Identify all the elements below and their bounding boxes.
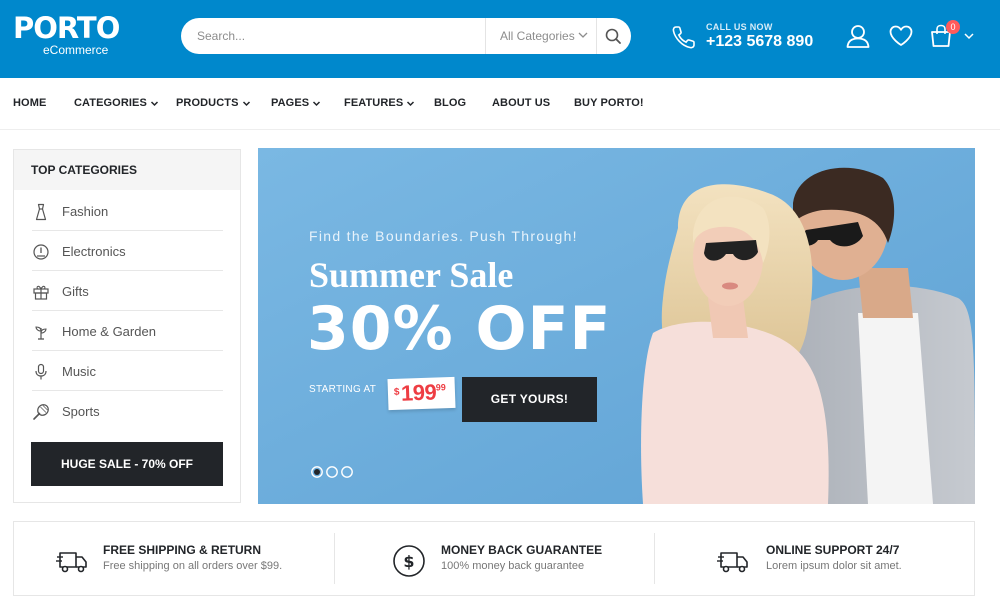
sidebar-item-fashion[interactable]: Fashion [32, 191, 223, 231]
sidebar-item-label: Home & Garden [62, 324, 156, 339]
sidebar-item-home-garden[interactable]: Home & Garden [32, 311, 223, 351]
nav-label: BUY PORTO! [574, 97, 644, 109]
banner-title: Summer Sale [309, 255, 514, 295]
search-button[interactable] [597, 18, 631, 54]
dollar-icon: $ [393, 545, 425, 577]
price-currency: $ [393, 386, 400, 398]
nav-item-home[interactable]: HOME [13, 97, 46, 109]
electronics-icon [33, 244, 49, 260]
feature-item: ONLINE SUPPORT 24/7 Lorem ipsum dolor si… [655, 522, 975, 595]
category-sidebar: TOP CATEGORIES Fashion Electronics Gifts [13, 149, 241, 503]
logo[interactable]: PORTO eCommerce [13, 12, 120, 60]
sidebar-item-label: Gifts [62, 284, 89, 299]
main-nav: HOME CATEGORIES PRODUCTS PAGES FEATURES … [0, 78, 1000, 130]
truck-icon [56, 552, 87, 573]
logo-main: PORTO [13, 11, 120, 45]
hero-banner: Find the Boundaries. Push Through! Summe… [258, 148, 975, 504]
sidebar-header: TOP CATEGORIES [14, 150, 240, 190]
starting-at-label: STARTING AT [309, 384, 377, 395]
dress-icon [35, 203, 47, 221]
nav-item-blog[interactable]: BLOG [434, 97, 466, 109]
nav-item-pages[interactable]: PAGES [271, 97, 321, 109]
feature-title: ONLINE SUPPORT 24/7 [766, 543, 900, 557]
chevron-down-icon [407, 100, 415, 106]
feature-item: FREE SHIPPING & RETURN Free shipping on … [14, 522, 334, 595]
sidebar-item-label: Sports [62, 404, 100, 419]
plant-icon [35, 326, 47, 340]
chevron-down-icon [242, 100, 250, 106]
nav-label: HOME [13, 97, 47, 109]
nav-item-buy-porto[interactable]: BUY PORTO! [574, 97, 644, 109]
category-select[interactable]: All Categories [500, 29, 575, 43]
nav-item-about-us[interactable]: ABOUT US [492, 97, 550, 109]
site-header: PORTO eCommerce All Categories CALL US N… [0, 0, 1000, 78]
call-number[interactable]: +123 5678 890 [706, 33, 813, 51]
microphone-icon [35, 363, 47, 380]
sidebar-item-electronics[interactable]: Electronics [32, 231, 223, 271]
search-bar: All Categories [181, 18, 631, 54]
search-icon [605, 28, 621, 44]
nav-label: PRODUCTS [176, 97, 239, 109]
nav-label: CATEGORIES [74, 97, 147, 109]
feature-subtitle: Free shipping on all orders over $99. [103, 560, 283, 572]
carousel-dots [311, 466, 353, 478]
features-bar: FREE SHIPPING & RETURN Free shipping on … [13, 521, 975, 596]
search-input[interactable] [197, 26, 477, 46]
nav-label: BLOG [434, 97, 467, 109]
sidebar-item-label: Music [62, 364, 96, 379]
sidebar-item-label: Fashion [62, 204, 109, 219]
banner-tagline: Find the Boundaries. Push Through! [309, 228, 578, 244]
sidebar-item-sports[interactable]: Sports [32, 391, 223, 431]
feature-title: FREE SHIPPING & RETURN [103, 543, 262, 557]
user-icon[interactable] [845, 23, 871, 49]
sidebar-title: TOP CATEGORIES [31, 163, 138, 177]
nav-item-categories[interactable]: CATEGORIES [74, 97, 159, 109]
huge-sale-button[interactable]: HUGE SALE - 70% OFF [31, 442, 223, 486]
cart-count-badge: 0 [946, 20, 960, 34]
nav-label: PAGES [271, 97, 310, 109]
call-label: CALL US NOW [706, 22, 773, 32]
gift-icon [33, 285, 49, 300]
banner-discount: 30% OFF [307, 294, 612, 364]
search-divider [485, 18, 486, 54]
get-yours-button[interactable]: GET YOURS! [462, 377, 597, 422]
feature-item: $ MONEY BACK GUARANTEE 100% money back g… [335, 522, 655, 595]
nav-item-features[interactable]: FEATURES [344, 97, 415, 109]
sidebar-item-music[interactable]: Music [32, 351, 223, 391]
truck-icon [717, 552, 748, 573]
nav-label: ABOUT US [492, 97, 551, 109]
carousel-dot[interactable] [341, 466, 353, 478]
phone-icon [672, 26, 695, 49]
sidebar-item-label: Electronics [62, 244, 126, 259]
heart-icon[interactable] [888, 23, 914, 49]
chevron-down-icon [150, 100, 158, 106]
price-main: 199 [400, 379, 437, 406]
feature-subtitle: Lorem ipsum dolor sit amet. [766, 560, 902, 572]
svg-text:$: $ [403, 552, 414, 571]
sidebar-item-gifts[interactable]: Gifts [32, 271, 223, 311]
nav-label: FEATURES [344, 97, 404, 109]
carousel-dot[interactable] [326, 466, 338, 478]
feature-subtitle: 100% money back guarantee [441, 560, 585, 572]
chevron-down-icon [313, 100, 321, 106]
price-cents: 99 [435, 382, 446, 393]
chevron-down-icon [578, 32, 588, 38]
feature-title: MONEY BACK GUARANTEE [441, 543, 603, 557]
logo-sub: eCommerce [43, 43, 109, 57]
racket-icon [33, 404, 49, 420]
price-tag: $ 199 99 [387, 376, 456, 411]
chevron-down-icon[interactable] [963, 30, 975, 42]
nav-item-products[interactable]: PRODUCTS [176, 97, 251, 109]
